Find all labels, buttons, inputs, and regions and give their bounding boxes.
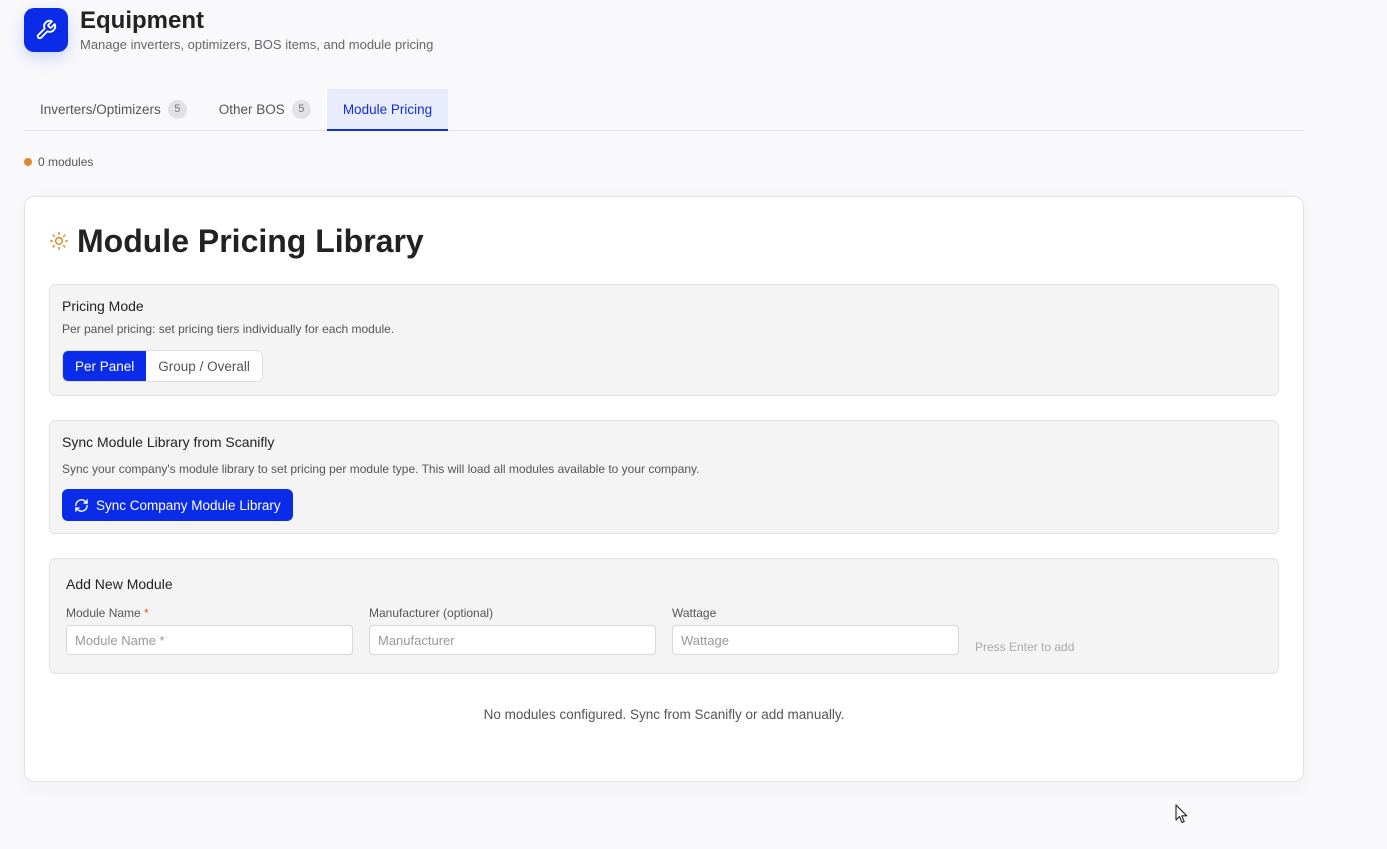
tab-label: Inverters/Optimizers bbox=[40, 102, 161, 117]
card-title: Module Pricing Library bbox=[77, 223, 424, 259]
status-text: 0 modules bbox=[38, 155, 94, 169]
page-header: Equipment Manage inverters, optimizers, … bbox=[24, 7, 434, 52]
group-overall-button[interactable]: Group / Overall bbox=[146, 351, 262, 381]
empty-state-message: No modules configured. Sync from Scanifl… bbox=[483, 707, 845, 722]
sync-button-label: Sync Company Module Library bbox=[96, 497, 281, 513]
module-name-input[interactable] bbox=[66, 625, 353, 655]
module-name-label: Module Name * bbox=[66, 606, 149, 620]
required-asterisk: * bbox=[144, 606, 149, 620]
pricing-mode-panel: Pricing Mode Per panel pricing: set pric… bbox=[49, 284, 1279, 396]
tab-bar: Inverters/Optimizers 5 Other BOS 5 Modul… bbox=[24, 89, 1304, 131]
count-badge: 5 bbox=[291, 100, 311, 119]
pricing-mode-label: Pricing Mode bbox=[62, 298, 144, 314]
per-panel-button[interactable]: Per Panel bbox=[63, 351, 147, 381]
tab-inverters-optimizers[interactable]: Inverters/Optimizers 5 bbox=[24, 89, 203, 130]
add-new-module-panel: Add New Module Module Name * Manufacture… bbox=[49, 558, 1279, 674]
tab-label: Module Pricing bbox=[342, 101, 433, 117]
tab-other-bos[interactable]: Other BOS 5 bbox=[203, 89, 327, 130]
wattage-label: Wattage bbox=[672, 606, 717, 620]
wattage-input[interactable] bbox=[672, 625, 959, 655]
sync-label: Sync Module Library from Scanifly bbox=[62, 434, 275, 450]
module-name-field-group: Module Name * bbox=[66, 606, 353, 655]
wattage-field-group: Wattage bbox=[672, 606, 959, 655]
sync-description: Sync your company's module library to se… bbox=[62, 462, 700, 476]
page-subtitle: Manage inverters, optimizers, BOS items,… bbox=[80, 37, 434, 52]
module-pricing-library-card: Module Pricing Library Pricing Mode Per … bbox=[24, 196, 1304, 782]
mouse-cursor-icon bbox=[1175, 804, 1189, 829]
refresh-icon bbox=[75, 498, 88, 512]
module-count-status: 0 modules bbox=[24, 155, 93, 169]
status-dot bbox=[24, 158, 32, 166]
press-enter-hint: Press Enter to add bbox=[975, 640, 1075, 654]
pricing-mode-description: Per panel pricing: set pricing tiers ind… bbox=[62, 322, 395, 336]
manufacturer-input[interactable] bbox=[369, 625, 656, 655]
sun-icon bbox=[49, 231, 69, 251]
manufacturer-field-group: Manufacturer (optional) bbox=[369, 606, 656, 655]
add-module-label: Add New Module bbox=[66, 576, 173, 592]
tab-module-pricing[interactable]: Module Pricing bbox=[326, 89, 449, 131]
pricing-mode-toggle: Per Panel Group / Overall bbox=[62, 350, 263, 382]
page-title: Equipment bbox=[80, 7, 204, 34]
manufacturer-label: Manufacturer (optional) bbox=[369, 606, 494, 620]
wrench-icon bbox=[24, 8, 68, 52]
sync-library-panel: Sync Module Library from Scanifly Sync y… bbox=[49, 420, 1279, 534]
sync-company-module-library-button[interactable]: Sync Company Module Library bbox=[62, 489, 293, 521]
tab-label: Other BOS bbox=[218, 102, 285, 117]
count-badge: 5 bbox=[167, 100, 187, 119]
